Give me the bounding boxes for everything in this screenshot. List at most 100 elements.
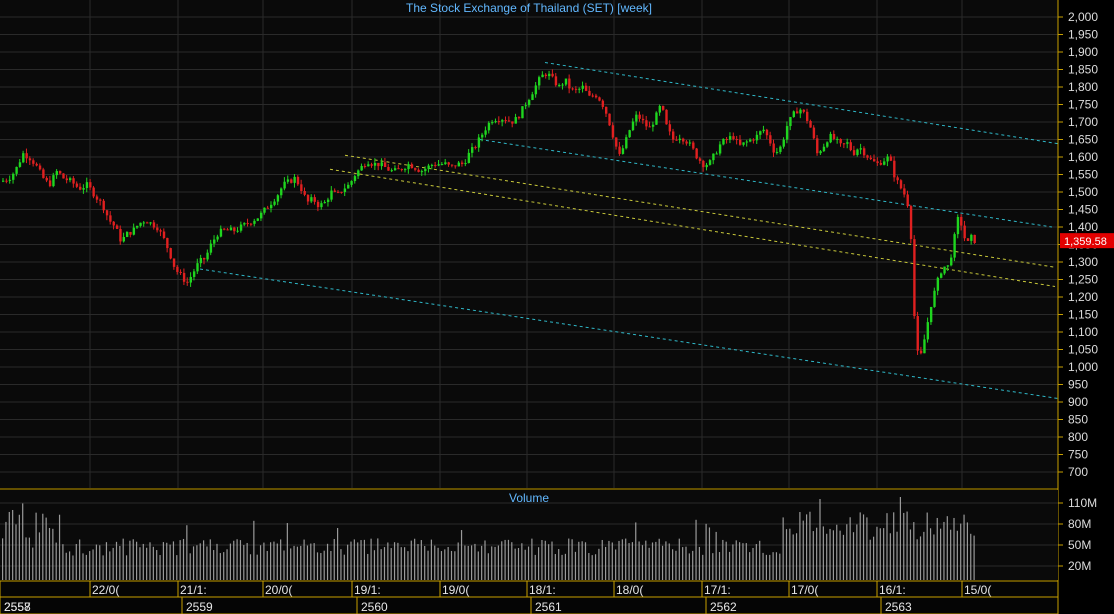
volume-bar bbox=[933, 534, 935, 580]
price-tick-label: 1,950 bbox=[1068, 28, 1098, 42]
candle-body bbox=[598, 97, 601, 101]
candle-body bbox=[792, 111, 795, 118]
candle-body bbox=[551, 73, 554, 77]
candle-body bbox=[943, 266, 946, 274]
volume-bar bbox=[929, 528, 932, 580]
volume-bar bbox=[651, 542, 654, 580]
candle-body bbox=[715, 153, 718, 155]
candle-body bbox=[115, 225, 119, 229]
candle-body bbox=[692, 142, 695, 149]
volume-bar bbox=[460, 530, 463, 580]
candle-body bbox=[521, 106, 524, 119]
volume-bar bbox=[655, 541, 657, 580]
volume-bar bbox=[645, 540, 647, 580]
volume-bar bbox=[514, 548, 516, 580]
volume-bar bbox=[337, 528, 339, 580]
candle-body bbox=[313, 197, 316, 202]
volume-bar bbox=[584, 542, 587, 580]
candle-body bbox=[873, 159, 876, 162]
candle-body bbox=[42, 169, 45, 178]
volume-bar bbox=[383, 547, 386, 580]
candle-body bbox=[129, 231, 132, 235]
volume-bar bbox=[95, 544, 97, 580]
candle-body bbox=[213, 239, 216, 244]
price-tick-label: 1,750 bbox=[1068, 98, 1098, 112]
volume-bar bbox=[909, 529, 912, 580]
candle-body bbox=[527, 99, 531, 106]
volume-bar bbox=[447, 547, 449, 580]
candle-body bbox=[58, 171, 62, 174]
candle-body bbox=[142, 222, 146, 224]
set-weekly-chart[interactable]: The Stock Exchange of Thailand (SET) [we… bbox=[0, 0, 1114, 614]
candle-body bbox=[605, 106, 608, 114]
volume-bar bbox=[685, 546, 687, 580]
volume-bar bbox=[802, 520, 804, 580]
volume-bar bbox=[839, 530, 841, 580]
candle-body bbox=[628, 130, 631, 138]
candle-body bbox=[544, 74, 548, 77]
volume-bar bbox=[454, 551, 456, 580]
candle-body bbox=[504, 120, 507, 122]
volume-bar bbox=[497, 545, 499, 580]
candle-body bbox=[427, 165, 430, 169]
candle-body bbox=[12, 173, 15, 180]
candle-body bbox=[759, 131, 762, 135]
volume-bar bbox=[832, 530, 834, 580]
volume-bar bbox=[186, 525, 188, 580]
candle-body bbox=[283, 181, 286, 189]
candle-body bbox=[65, 178, 69, 181]
volume-bar bbox=[873, 536, 875, 580]
candle-body bbox=[946, 265, 950, 267]
year-label: 2561 bbox=[535, 600, 562, 614]
candle-body bbox=[745, 141, 749, 143]
candle-body bbox=[306, 194, 310, 202]
candle-body bbox=[806, 111, 809, 121]
price-tick-label: 800 bbox=[1068, 430, 1088, 444]
candle-body bbox=[333, 190, 337, 192]
price-tick-label: 950 bbox=[1068, 378, 1088, 392]
volume-bar bbox=[501, 541, 503, 580]
volume-bar bbox=[290, 548, 292, 580]
candle-body bbox=[929, 306, 933, 323]
candle-body bbox=[303, 190, 306, 195]
candle-body bbox=[62, 173, 65, 179]
candle-body bbox=[125, 231, 129, 237]
volume-bar bbox=[115, 541, 118, 580]
candle-body bbox=[296, 176, 300, 185]
volume-bar bbox=[668, 543, 670, 580]
volume-bar bbox=[259, 545, 262, 580]
volume-bar bbox=[739, 542, 741, 580]
volume-bar bbox=[132, 539, 134, 580]
candle-body bbox=[963, 225, 966, 239]
volume-bar bbox=[484, 540, 486, 580]
candle-body bbox=[410, 164, 414, 169]
volume-bar bbox=[263, 542, 265, 580]
candle-body bbox=[360, 165, 363, 171]
volume-bar bbox=[363, 539, 365, 580]
volume-bar bbox=[219, 553, 221, 580]
candle-body bbox=[25, 153, 28, 159]
candle-body bbox=[893, 160, 896, 178]
volume-bar bbox=[169, 544, 171, 580]
candle-body bbox=[387, 166, 390, 171]
candle-body bbox=[631, 121, 635, 131]
volume-bar bbox=[856, 524, 858, 580]
candle-body bbox=[122, 236, 125, 242]
volume-bar bbox=[816, 527, 818, 580]
volume-bar bbox=[883, 528, 885, 580]
candle-body bbox=[156, 227, 159, 231]
volume-bar bbox=[410, 540, 412, 580]
candle-body bbox=[383, 162, 387, 167]
candle-body bbox=[849, 142, 852, 151]
volume-bar bbox=[859, 512, 861, 580]
price-tick-label: 1,000 bbox=[1068, 360, 1098, 374]
volume-bar bbox=[236, 539, 238, 580]
candle-body bbox=[471, 147, 474, 153]
volume-bar bbox=[316, 552, 319, 580]
candle-body bbox=[672, 131, 675, 140]
candle-body bbox=[119, 228, 122, 242]
candle-body bbox=[434, 164, 437, 166]
candle-body bbox=[732, 136, 735, 140]
candle-body bbox=[132, 227, 136, 235]
volume-bar bbox=[213, 550, 215, 580]
